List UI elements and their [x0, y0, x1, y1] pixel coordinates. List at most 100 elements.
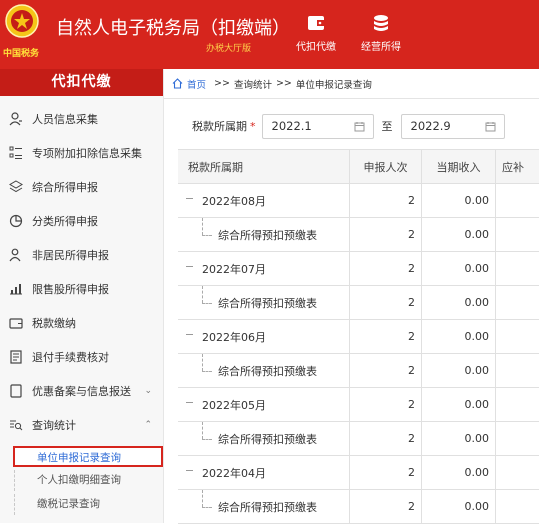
- sidebar-item-label: 人员信息采集: [32, 113, 98, 126]
- row-count: 2: [350, 456, 422, 489]
- row-period: 2022年07月: [202, 262, 266, 276]
- row-income: 0.00: [422, 422, 496, 455]
- list-icon: [0, 146, 32, 160]
- wallet-icon: [0, 316, 32, 330]
- period-start-picker[interactable]: 2022.1: [261, 113, 374, 139]
- sidebar-item-label: 综合所得申报: [32, 181, 98, 194]
- row-count: 2: [350, 388, 422, 421]
- table-row[interactable]: 2022年06月 2 0.00: [178, 320, 539, 354]
- sidebar-item-refund[interactable]: 退付手续费核对: [0, 341, 164, 373]
- sidebar-item-payment[interactable]: 税款缴纳: [0, 307, 164, 339]
- row-count: 2: [350, 354, 422, 387]
- sidebar-item-label: 优惠备案与信息报送: [32, 385, 131, 398]
- app-header: 中国税务 自然人电子税务局（扣缴端） 办税大厅版 代扣代缴 经营所得: [0, 0, 539, 69]
- collapse-icon[interactable]: [186, 470, 193, 471]
- nav-withholding-label: 代扣代缴: [296, 42, 336, 53]
- logo-text: 中国税务: [3, 49, 40, 59]
- sidebar-item-preferential[interactable]: 优惠备案与信息报送 ⌄: [0, 375, 164, 407]
- period-start-value: 2022.1: [271, 119, 312, 133]
- sidebar-item-personnel[interactable]: 人员信息采集: [0, 103, 164, 135]
- tax-emblem-icon: [5, 4, 39, 38]
- collapse-icon[interactable]: [186, 198, 193, 199]
- table-row[interactable]: 综合所得预扣预缴表 2 0.00: [178, 218, 539, 252]
- collapse-icon[interactable]: [186, 266, 193, 267]
- row-period: 2022年04月: [202, 466, 266, 480]
- table-row[interactable]: 2022年05月 2 0.00: [178, 388, 539, 422]
- sidebar-item-deduction[interactable]: 专项附加扣除信息采集: [0, 137, 164, 169]
- row-period: 2022年05月: [202, 398, 266, 412]
- table-row[interactable]: 综合所得预扣预缴表 2 0.00: [178, 490, 539, 524]
- breadcrumb-home[interactable]: 首页: [187, 77, 206, 91]
- period-filter: 税款所属期 * 2022.1 至 2022.9: [178, 111, 505, 141]
- table-header-row: 税款所属期 申报人次 当期收入 应补: [178, 150, 539, 184]
- row-report-name: 综合所得预扣预缴表: [218, 296, 317, 310]
- header-income: 当期收入: [422, 150, 496, 183]
- sidebar-item-label: 税款缴纳: [32, 317, 76, 330]
- row-report-name: 综合所得预扣预缴表: [218, 228, 317, 242]
- subitem-unit-declaration-query[interactable]: 单位申报记录查询: [13, 446, 163, 467]
- sidebar-title: 代扣代缴: [0, 69, 163, 96]
- row-report-name: 综合所得预扣预缴表: [218, 500, 317, 514]
- header-period: 税款所属期: [178, 150, 350, 183]
- sidebar-item-comprehensive[interactable]: 综合所得申报: [0, 171, 164, 203]
- period-end-picker[interactable]: 2022.9: [400, 113, 505, 139]
- sidebar-item-nonresident[interactable]: 非居民所得申报: [0, 239, 164, 271]
- user-icon: [0, 248, 32, 262]
- nav-withholding[interactable]: 代扣代缴: [286, 8, 346, 62]
- row-payable: [496, 490, 539, 523]
- row-payable: [496, 320, 539, 353]
- file-icon: [0, 384, 32, 398]
- query-icon: [0, 418, 32, 432]
- row-income: 0.00: [422, 354, 496, 387]
- row-payable: [496, 422, 539, 455]
- collapse-icon[interactable]: [186, 334, 193, 335]
- row-count: 2: [350, 286, 422, 319]
- header-payable: 应补: [502, 160, 524, 174]
- row-count: 2: [350, 218, 422, 251]
- sidebar: 代扣代缴 人员信息采集 专项附加扣除信息采集 综合所得申报 分类所得申报 非居民…: [0, 69, 164, 523]
- sidebar-item-label: 专项附加扣除信息采集: [32, 147, 142, 160]
- row-payable: [496, 286, 539, 319]
- row-income: 0.00: [422, 320, 496, 353]
- row-report-name: 综合所得预扣预缴表: [218, 364, 317, 378]
- breadcrumb-item: 查询统计: [233, 79, 272, 91]
- document-icon: [0, 350, 32, 364]
- table-row[interactable]: 综合所得预扣预缴表 2 0.00: [178, 422, 539, 456]
- chevron-up-icon: ⌃: [144, 420, 152, 430]
- table-row[interactable]: 综合所得预扣预缴表 2 0.00: [178, 354, 539, 388]
- app-subtitle: 办税大厅版: [206, 44, 252, 54]
- table-row[interactable]: 综合所得预扣预缴表 2 0.00: [178, 286, 539, 320]
- row-payable: [496, 252, 539, 285]
- subitem-personal-withholding-query[interactable]: 个人扣缴明细查询: [14, 470, 162, 491]
- breadcrumb: 首页 >> 查询统计 >> 单位申报记录查询: [164, 69, 539, 99]
- sidebar-item-classified[interactable]: 分类所得申报: [0, 205, 164, 237]
- row-payable: [496, 456, 539, 489]
- nav-business-income[interactable]: 经营所得: [351, 8, 411, 62]
- row-income: 0.00: [422, 286, 496, 319]
- row-count: 2: [350, 422, 422, 455]
- period-end-value: 2022.9: [410, 119, 451, 133]
- row-period: 2022年08月: [202, 194, 266, 208]
- coins-icon: [374, 15, 388, 31]
- collapse-icon[interactable]: [186, 402, 193, 403]
- sidebar-item-label: 查询统计: [32, 419, 76, 432]
- sidebar-item-label: 分类所得申报: [32, 215, 98, 228]
- sidebar-item-restricted-stock[interactable]: 限售股所得申报: [0, 273, 164, 305]
- row-period: 2022年06月: [202, 330, 266, 344]
- row-count: 2: [350, 490, 422, 523]
- breadcrumb-separator: >>: [275, 78, 292, 89]
- sidebar-item-label: 退付手续费核对: [32, 351, 109, 364]
- row-payable: [496, 184, 539, 217]
- row-payable: [496, 388, 539, 421]
- table-row[interactable]: 2022年04月 2 0.00: [178, 456, 539, 490]
- row-income: 0.00: [422, 184, 496, 217]
- sidebar-item-label: 限售股所得申报: [32, 283, 109, 296]
- table-row[interactable]: 2022年07月 2 0.00: [178, 252, 539, 286]
- row-count: 2: [350, 320, 422, 353]
- row-report-name: 综合所得预扣预缴表: [218, 432, 317, 446]
- table-row[interactable]: 2022年08月 2 0.00: [178, 184, 539, 218]
- row-income: 0.00: [422, 218, 496, 251]
- calendar-icon: [354, 121, 364, 131]
- subitem-tax-payment-query[interactable]: 缴税记录查询: [14, 494, 162, 515]
- sidebar-item-query[interactable]: 查询统计 ⌃: [0, 409, 164, 441]
